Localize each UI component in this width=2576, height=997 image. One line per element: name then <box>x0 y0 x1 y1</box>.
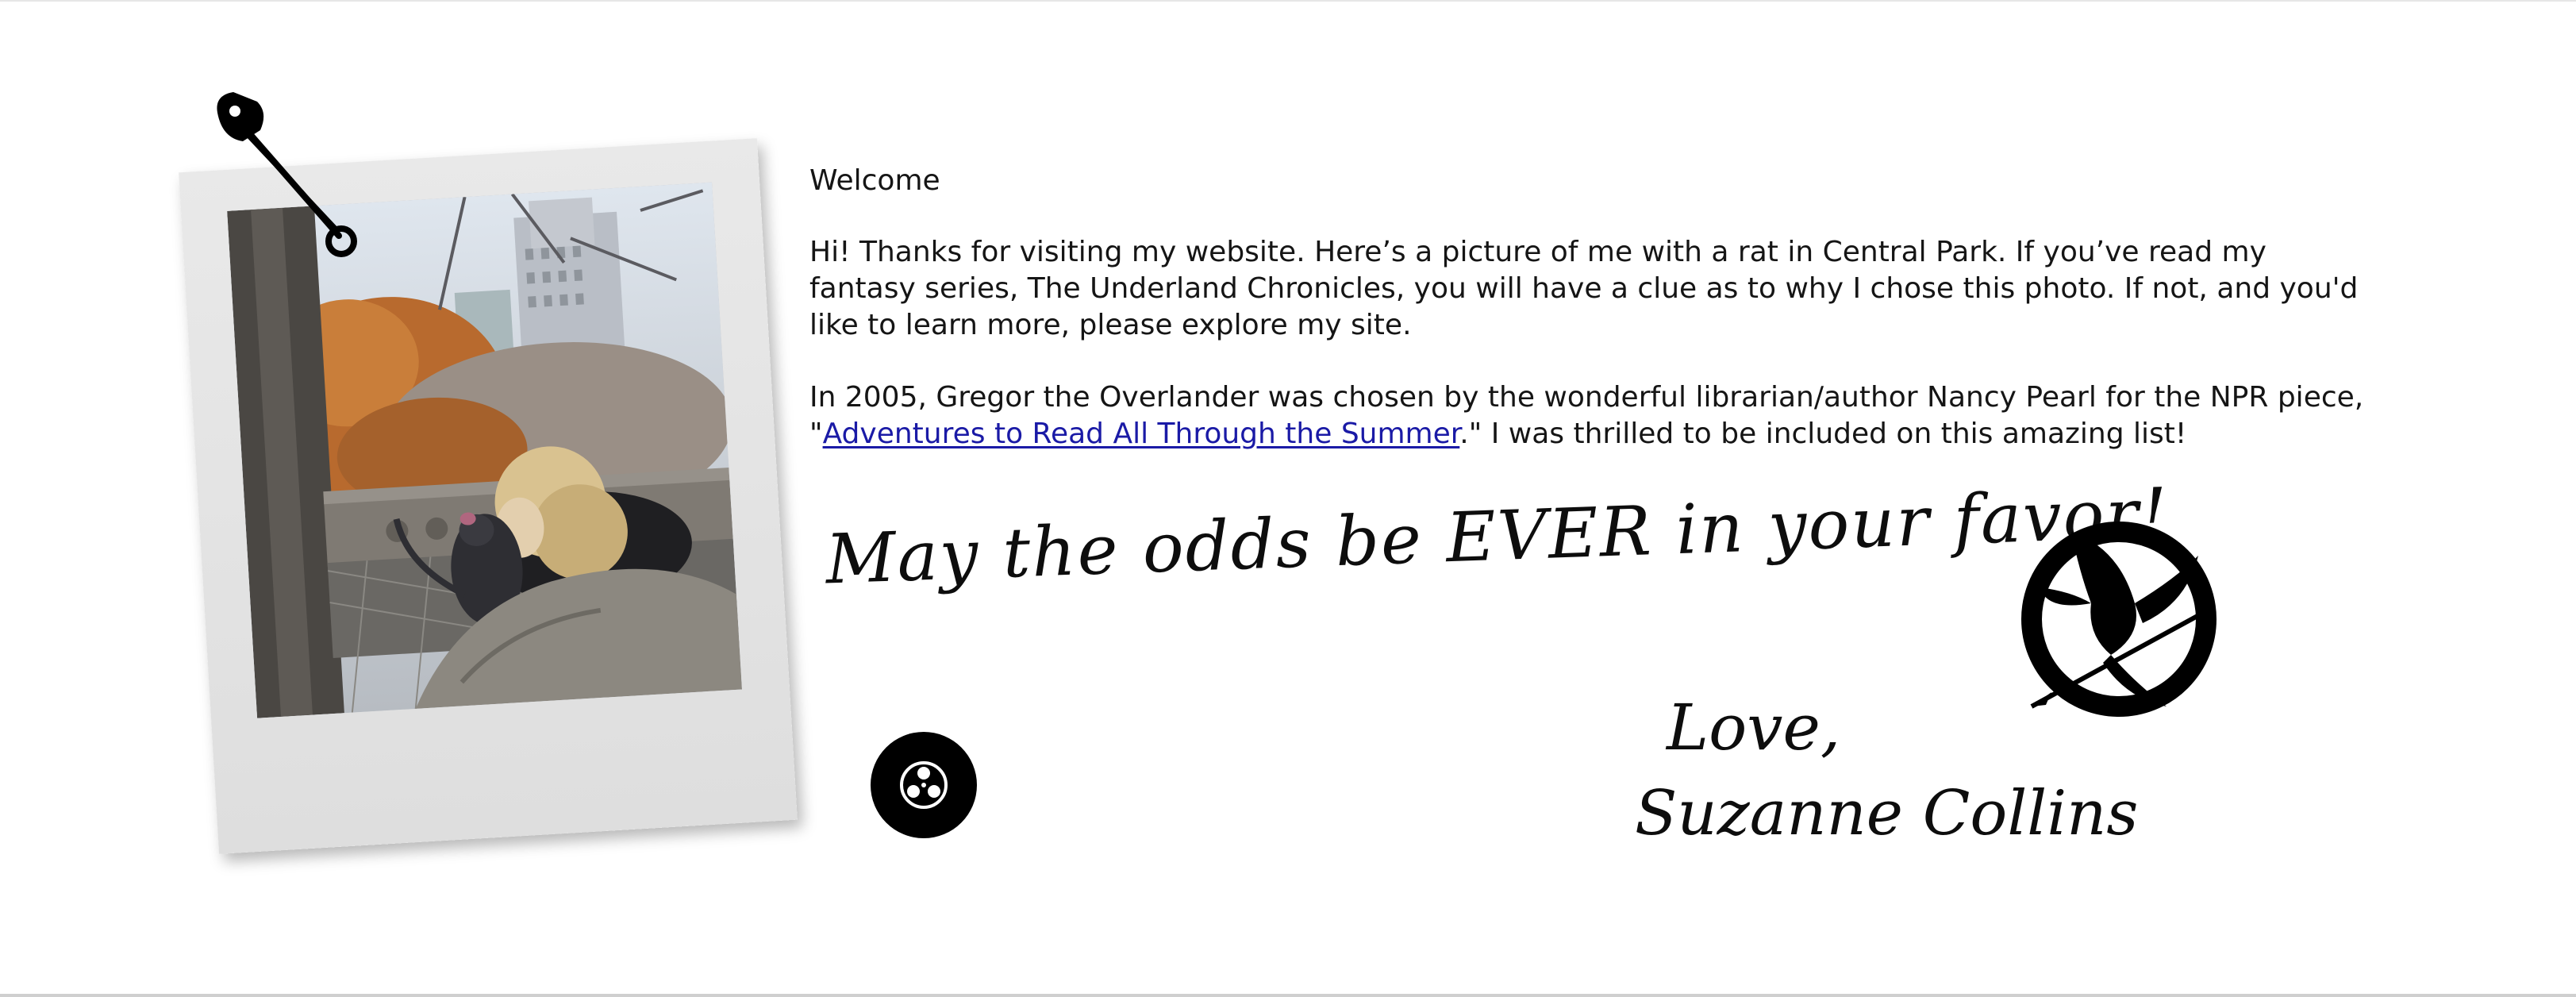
bottom-divider <box>0 994 2576 997</box>
npr-list-link[interactable]: Adventures to Read All Through the Summe… <box>823 418 1460 450</box>
closing-line: Love, <box>1667 691 1841 764</box>
welcome-section: Welcome Hi! Thanks for visiting my websi… <box>809 163 2365 488</box>
npr-paragraph: In 2005, Gregor the Overlander was chose… <box>809 379 2365 452</box>
film-reel-button[interactable] <box>871 732 977 838</box>
intro-paragraph: Hi! Thanks for visiting my website. Here… <box>809 236 2359 341</box>
author-signature: Suzanne Collins <box>1635 778 2139 849</box>
handwritten-motto: May the odds be EVER in your favor! <box>824 473 2170 600</box>
top-divider <box>0 0 2576 2</box>
welcome-heading: Welcome <box>809 164 940 197</box>
npr-paragraph-suffix: ." I was thrilled to be included on this… <box>1459 418 2187 450</box>
film-reel-icon <box>900 761 948 809</box>
mockingjay-icon <box>2021 522 2217 717</box>
safety-pin-icon <box>217 92 357 257</box>
